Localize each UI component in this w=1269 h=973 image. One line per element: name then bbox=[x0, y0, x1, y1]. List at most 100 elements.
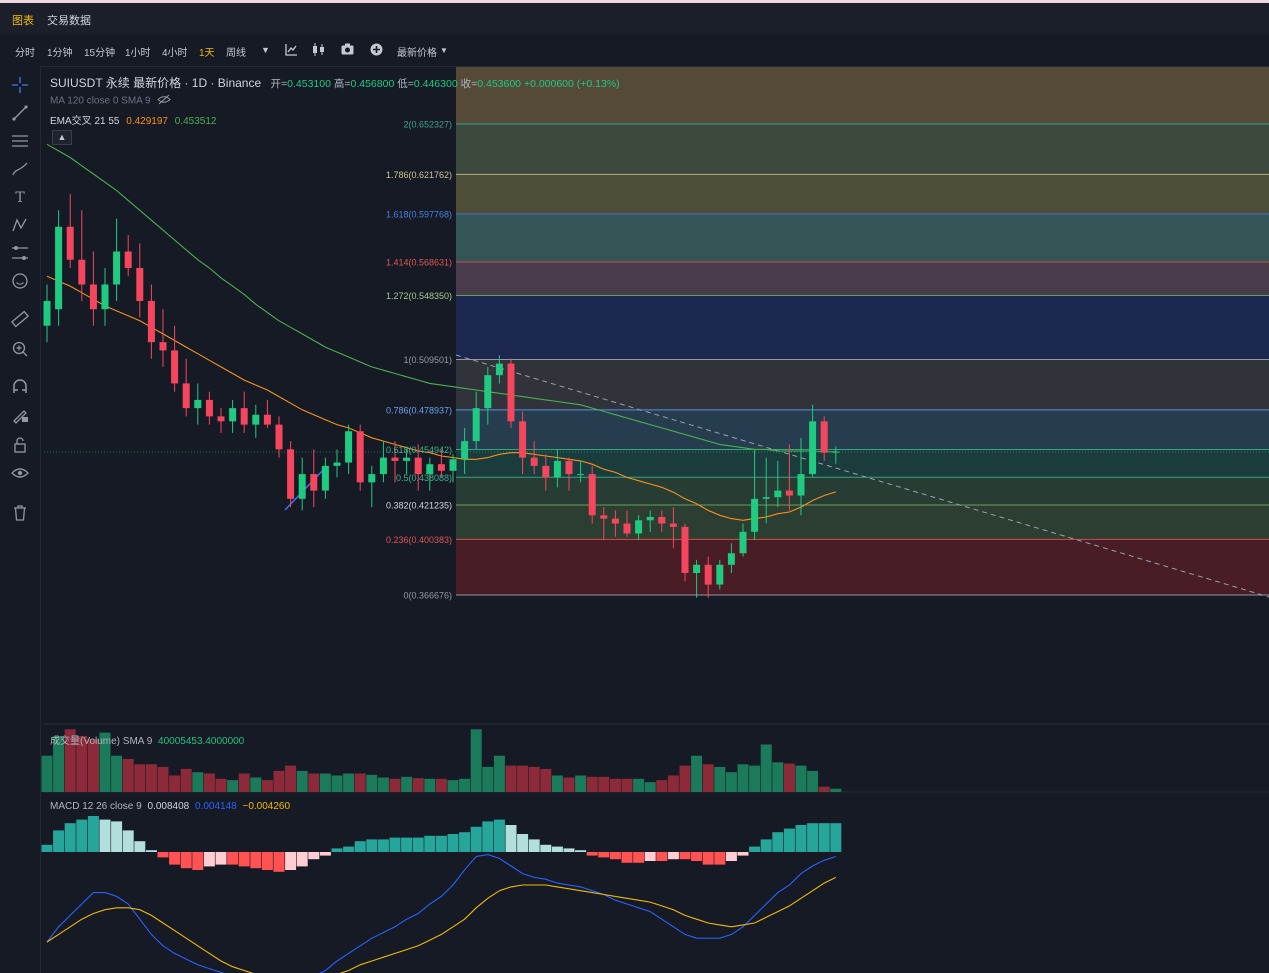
macd-histogram-bar bbox=[435, 835, 447, 852]
candle-body bbox=[159, 342, 167, 351]
volume-bar bbox=[377, 777, 389, 792]
price-chart[interactable]: 2(0.652327) 1.786(0.621762) 1.618(0.597768… bbox=[0, 0, 1269, 973]
macd-histogram-bar bbox=[308, 852, 320, 860]
volume-bar bbox=[749, 765, 761, 792]
volume-bar bbox=[180, 768, 192, 792]
volume-bar bbox=[424, 778, 436, 792]
volume-bar bbox=[621, 778, 633, 792]
candle-body bbox=[205, 399, 213, 417]
volume-bar bbox=[250, 777, 262, 792]
macd-histogram-bar bbox=[679, 852, 691, 860]
macd-histogram-bar bbox=[285, 852, 297, 870]
macd-histogram-bar bbox=[830, 823, 842, 852]
macd-histogram-bar bbox=[528, 839, 540, 852]
macd-histogram-bar bbox=[203, 852, 215, 867]
candle-body bbox=[611, 518, 619, 524]
candle-body bbox=[820, 421, 828, 453]
volume-bar bbox=[598, 776, 610, 792]
candle-body bbox=[437, 464, 445, 471]
volume-bar bbox=[807, 770, 819, 792]
candle-body bbox=[240, 408, 248, 425]
macd-value: 0.008408 bbox=[147, 801, 190, 812]
volume-bar bbox=[401, 776, 413, 792]
macd-histogram-bar bbox=[64, 823, 76, 852]
candle-body bbox=[588, 474, 596, 516]
macd-histogram-bar bbox=[818, 823, 830, 852]
fib-zone bbox=[456, 477, 1269, 506]
volume-bar bbox=[714, 766, 726, 792]
volume-bar bbox=[134, 764, 146, 792]
volume-bar bbox=[633, 778, 645, 792]
candle-body bbox=[646, 516, 654, 521]
macd-histogram-bar bbox=[795, 825, 807, 852]
fib-label: 0.382(0.421235) bbox=[386, 501, 452, 511]
collapse-legend-button[interactable]: ▲ bbox=[52, 130, 72, 145]
macd-histogram-bar bbox=[227, 852, 239, 865]
fib-zone bbox=[456, 295, 1269, 360]
macd-histogram-bar bbox=[238, 852, 250, 867]
macd-histogram-bar bbox=[563, 848, 575, 852]
candle-body bbox=[774, 490, 782, 498]
volume-bar bbox=[308, 773, 320, 792]
macd-histogram-bar bbox=[760, 839, 772, 852]
macd-histogram-bar bbox=[180, 852, 192, 869]
volume-bar bbox=[354, 773, 366, 792]
candle-body bbox=[182, 383, 190, 409]
ema-legend: EMA交叉 21 55 0.429197 0.453512 bbox=[50, 112, 216, 127]
macd-histogram-bar bbox=[343, 846, 355, 852]
fib-zone bbox=[456, 174, 1269, 214]
high-label: 高= bbox=[333, 78, 351, 90]
macd-histogram-bar bbox=[261, 852, 273, 870]
candle-body bbox=[542, 465, 550, 478]
macd-histogram-bar bbox=[87, 816, 99, 852]
symbol-label: SUIUSDT 永续 最新价格 · 1D · Binance bbox=[50, 76, 262, 90]
volume-bar bbox=[122, 759, 134, 792]
volume-bar bbox=[41, 755, 53, 792]
fib-label: 1.414(0.568631) bbox=[386, 258, 452, 268]
eye-off-icon[interactable] bbox=[157, 94, 172, 108]
candle-body bbox=[263, 414, 271, 425]
macd-histogram-bar bbox=[447, 834, 459, 852]
fib-label: 0.786(0.478937) bbox=[386, 405, 452, 415]
macd-histogram-bar bbox=[459, 832, 471, 852]
macd-histogram-bar bbox=[691, 852, 703, 861]
fib-label: 1.618(0.597768) bbox=[386, 209, 452, 219]
macd-histogram-bar bbox=[250, 852, 262, 869]
volume-bar bbox=[575, 775, 587, 792]
volume-bar bbox=[667, 775, 679, 792]
volume-bar bbox=[87, 739, 99, 792]
candle-body bbox=[391, 457, 399, 461]
candle-body bbox=[356, 431, 364, 483]
main-legend: SUIUSDT 永续 最新价格 · 1D · Binance 开=0.45310… bbox=[50, 74, 620, 91]
volume-bar bbox=[192, 772, 204, 792]
candle-body bbox=[379, 457, 387, 475]
hist-value: −0.004260 bbox=[242, 801, 291, 812]
ma-label: MA 120 close 0 SMA 9 bbox=[50, 95, 151, 107]
volume-bar bbox=[679, 765, 691, 792]
volume-bar bbox=[227, 780, 239, 792]
volume-bar bbox=[459, 778, 471, 792]
macd-histogram-bar bbox=[667, 852, 679, 860]
macd-histogram-bar bbox=[157, 852, 169, 858]
volume-bar bbox=[528, 766, 540, 792]
macd-histogram-bar bbox=[412, 837, 424, 852]
macd-histogram-bar bbox=[505, 825, 517, 852]
candle-body bbox=[809, 421, 817, 475]
macd-histogram-bar bbox=[331, 848, 343, 852]
candle-body bbox=[194, 399, 202, 409]
ema55-value: 0.453512 bbox=[174, 116, 217, 127]
volume-bar bbox=[563, 777, 575, 792]
candle-body bbox=[252, 414, 260, 425]
macd-histogram-bar bbox=[134, 841, 146, 852]
macd-histogram-bar bbox=[76, 819, 88, 852]
macd-histogram-bar bbox=[169, 852, 181, 865]
candle-body bbox=[55, 226, 63, 310]
candle-body bbox=[681, 526, 689, 574]
candle-body bbox=[298, 474, 306, 499]
macd-legend: MACD 12 26 close 9 0.008408 0.004148 −0.… bbox=[50, 801, 290, 812]
volume-bar bbox=[505, 765, 517, 792]
candle-body bbox=[147, 300, 155, 343]
volume-bar bbox=[760, 744, 772, 792]
volume-bar bbox=[447, 780, 459, 792]
volume-bar bbox=[609, 778, 621, 792]
